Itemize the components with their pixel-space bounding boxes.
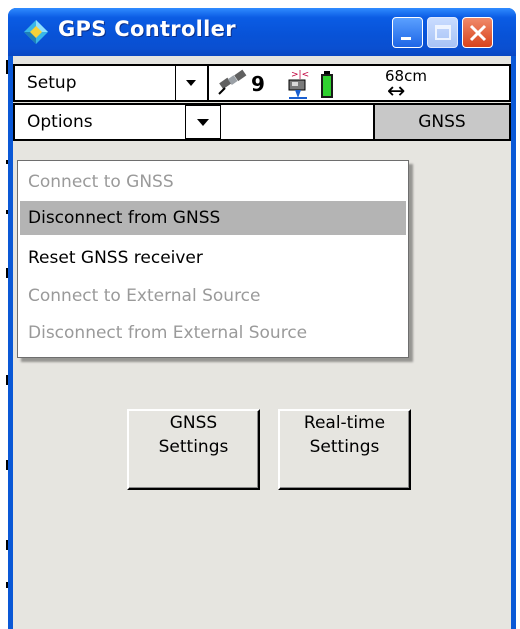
receiver-icon: >|< <box>288 70 309 99</box>
realtime-settings-line2: Settings <box>309 437 380 457</box>
dropdown-arrow-icon <box>197 119 209 126</box>
minimize-icon <box>401 37 411 40</box>
gnss-settings-line1: GNSS <box>169 413 218 433</box>
menu-item-reset-gnss-receiver[interactable]: Reset GNSS receiver <box>20 241 406 275</box>
options-dropdown-menu: Connect to GNSS Disconnect from GNSS Res… <box>17 160 409 358</box>
close-button[interactable] <box>462 17 493 48</box>
battery-icon <box>321 71 333 98</box>
dropdown-arrow-icon <box>186 80 196 86</box>
gnss-button[interactable]: GNSS <box>373 105 509 139</box>
status-icon-group: >|< <box>218 69 333 99</box>
status-icons: >|< <box>215 68 375 100</box>
options-toolbar: Options GNSS <box>13 103 511 141</box>
options-label: Options <box>27 112 93 132</box>
gnss-settings-button[interactable]: GNSS Settings <box>127 409 260 490</box>
options-menu-button[interactable]: Options <box>15 105 183 139</box>
close-icon <box>469 24 487 42</box>
setup-menu-button[interactable]: Setup <box>15 66 176 100</box>
satellite-icon <box>218 69 247 95</box>
distance-arrow: ↔ <box>387 79 406 104</box>
maximize-icon <box>435 25 451 40</box>
title-bar[interactable]: GPS Controller <box>8 8 516 56</box>
menu-item-connect-gnss[interactable]: Connect to GNSS <box>20 165 406 199</box>
gnss-settings-line2: Settings <box>158 437 229 457</box>
setup-dropdown-button[interactable] <box>175 66 209 100</box>
satellite-count: 9 <box>251 72 265 96</box>
options-dropdown-button[interactable] <box>185 105 221 139</box>
app-icon <box>24 20 48 44</box>
svg-text:>|<: >|< <box>291 70 309 80</box>
status-toolbar: Setup >|< 9 68cm ↔ <box>13 64 511 104</box>
minimize-button[interactable] <box>392 17 423 48</box>
realtime-settings-line1: Real-time <box>303 413 386 433</box>
maximize-button[interactable] <box>427 17 458 48</box>
setup-label: Setup <box>27 73 77 93</box>
menu-item-disconnect-gnss[interactable]: Disconnect from GNSS <box>20 201 406 235</box>
realtime-settings-button[interactable]: Real-time Settings <box>278 409 411 490</box>
menu-item-disconnect-external[interactable]: Disconnect from External Source <box>20 316 406 350</box>
window-title: GPS Controller <box>58 17 236 41</box>
menu-item-connect-external[interactable]: Connect to External Source <box>20 279 406 313</box>
